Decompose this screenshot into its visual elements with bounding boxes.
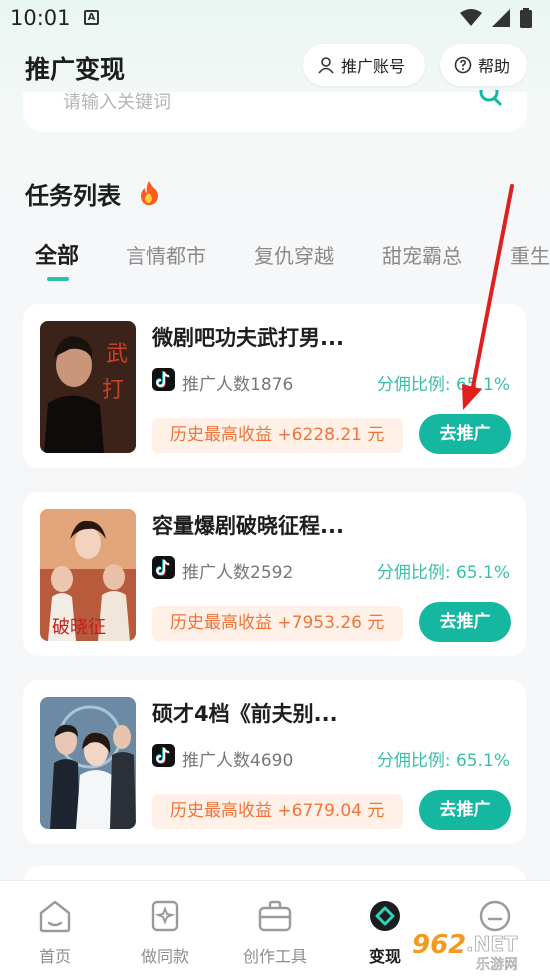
- promoter-count: 推广人数1876: [182, 375, 294, 395]
- nav-home[interactable]: 首页: [15, 899, 95, 967]
- commission-ratio: 分佣比例: 65.1%: [376, 563, 510, 583]
- promote-button[interactable]: 去推广: [419, 414, 511, 454]
- wifi-icon: [460, 9, 482, 26]
- help-label: 帮助: [478, 57, 511, 76]
- card-title: 硕才4档《前夫别...: [152, 702, 338, 726]
- watermark-suffix: .NET: [466, 932, 518, 956]
- max-earnings-badge: 历史最高收益 +6779.04 元: [152, 794, 403, 829]
- task-card[interactable]: 武 打 微剧吧功夫武打男... 推广人数1876 分佣比例: 65.1% 历史最…: [23, 304, 526, 468]
- tab-all[interactable]: 全部: [35, 238, 79, 270]
- app-screen: 10:01 A 推广变现 推广账号 帮助 请输入关键词 任务列表 全部 言情都市…: [0, 0, 550, 977]
- promote-button[interactable]: 去推广: [419, 790, 511, 830]
- tab-indicator: [47, 277, 69, 281]
- nav-home-label: 首页: [38, 947, 71, 966]
- task-card[interactable]: 破晓征 容量爆剧破晓征程... 推广人数2592 分佣比例: 65.1% 历史最…: [23, 492, 526, 656]
- monetize-icon: [370, 901, 400, 931]
- svg-text:打: 打: [102, 378, 124, 403]
- drama-poster[interactable]: 武 打: [40, 321, 136, 453]
- category-tabs: 全部 言情都市 复仇穿越 甜宠霸总 重生: [0, 236, 550, 282]
- svg-text:武: 武: [106, 342, 128, 367]
- promoter-count: 推广人数4690: [182, 751, 294, 771]
- max-earnings-badge: 历史最高收益 +7953.26 元: [152, 606, 403, 641]
- card-title: 容量爆剧破晓征程...: [152, 514, 344, 538]
- user-icon: [318, 57, 334, 74]
- promo-account-button[interactable]: 推广账号: [303, 44, 425, 86]
- template-icon: [151, 900, 179, 932]
- status-bar: 10:01 A: [0, 0, 550, 38]
- watermark-caption: 乐游网: [476, 957, 518, 973]
- notification-icon: A: [84, 10, 99, 25]
- watermark-logo: 962 .NET 乐游网: [412, 930, 518, 973]
- help-icon: [454, 56, 472, 74]
- tab-romance-urban[interactable]: 言情都市: [126, 240, 206, 269]
- search-placeholder: 请输入关键词: [63, 92, 171, 113]
- tiktok-icon: [152, 368, 175, 391]
- card-title: 微剧吧功夫武打男...: [152, 326, 344, 350]
- flame-icon: [141, 181, 158, 206]
- battery-icon: [520, 8, 532, 28]
- drama-poster[interactable]: 破晓征: [40, 509, 136, 641]
- search-bar[interactable]: 请输入关键词: [23, 90, 527, 132]
- promoter-count: 推广人数2592: [182, 563, 294, 583]
- commission-ratio: 分佣比例: 65.1%: [376, 751, 510, 771]
- help-button[interactable]: 帮助: [440, 44, 527, 86]
- watermark-number: 962: [412, 930, 466, 960]
- page-title: 推广变现: [25, 55, 126, 84]
- max-earnings-badge: 历史最高收益 +6228.21 元: [152, 418, 403, 453]
- commission-ratio: 分佣比例: 65.1%: [376, 375, 510, 395]
- tab-sweet-ceo[interactable]: 甜宠霸总: [382, 240, 462, 269]
- search-icon[interactable]: [479, 90, 503, 108]
- header: 推广变现 推广账号 帮助: [0, 38, 550, 94]
- drama-poster[interactable]: [40, 697, 136, 829]
- nav-template-label: 做同款: [140, 947, 189, 966]
- toolbox-icon: [258, 900, 292, 932]
- nav-template[interactable]: 做同款: [125, 899, 205, 967]
- nav-tools-label: 创作工具: [242, 947, 307, 966]
- section-title: 任务列表: [25, 176, 121, 211]
- nav-tools[interactable]: 创作工具: [235, 899, 315, 967]
- promote-button[interactable]: 去推广: [419, 602, 511, 642]
- task-card[interactable]: 硕才4档《前夫别... 推广人数4690 分佣比例: 65.1% 历史最高收益 …: [23, 680, 526, 844]
- signal-icon: [492, 9, 510, 27]
- status-time: 10:01: [10, 6, 71, 30]
- tiktok-icon: [152, 744, 175, 767]
- tab-rebirth[interactable]: 重生: [510, 240, 550, 269]
- tab-revenge-timetravel[interactable]: 复仇穿越: [254, 240, 334, 269]
- promo-account-label: 推广账号: [341, 57, 406, 76]
- tiktok-icon: [152, 556, 175, 579]
- svg-text:破晓征: 破晓征: [52, 617, 106, 638]
- home-icon: [39, 900, 71, 933]
- section-title-text: 任务列表: [25, 182, 121, 210]
